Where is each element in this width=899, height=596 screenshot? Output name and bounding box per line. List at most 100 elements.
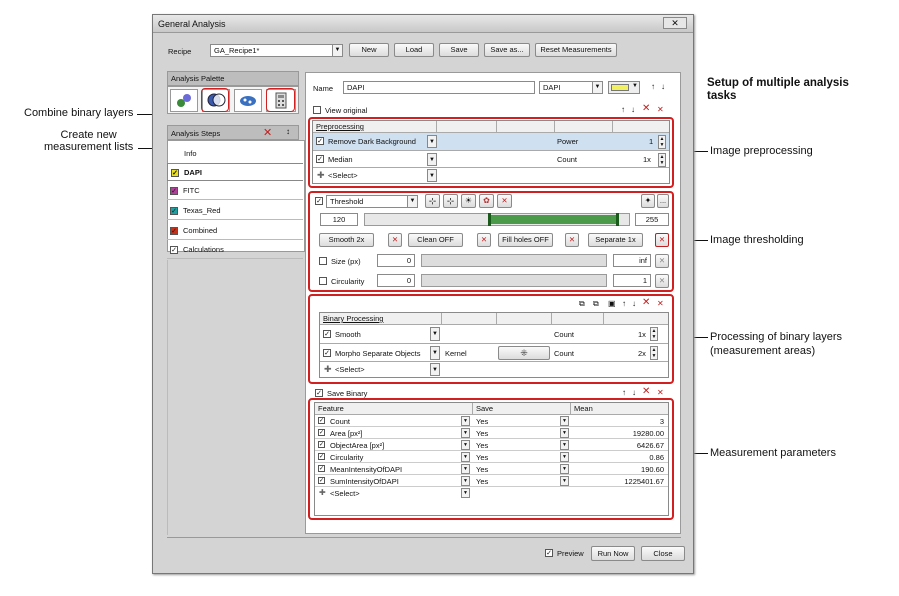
threshold-tool-3[interactable]: ☀ — [461, 194, 476, 208]
threshold-low-input[interactable]: 120 — [320, 213, 358, 226]
slider-high-handle[interactable] — [615, 213, 619, 226]
step-checkbox[interactable]: ✓ — [170, 246, 178, 254]
run-now-button[interactable]: Run Now — [591, 546, 635, 561]
circularity-min-input[interactable]: 0 — [377, 274, 415, 287]
save-dropdown[interactable]: ▼ — [560, 476, 569, 486]
measurement-row[interactable]: ✓ SumIntensityOfDAPI ▼ Yes ▼ 1225401.67 — [315, 475, 668, 487]
step-checkbox[interactable]: ✓ — [170, 207, 178, 215]
feature-dropdown[interactable]: ▼ — [461, 476, 470, 486]
row-dropdown[interactable]: ▼ — [430, 346, 440, 360]
move-up-icon[interactable]: ↑ — [651, 82, 655, 92]
row-checkbox[interactable]: ✓ — [318, 417, 325, 424]
paste-icon[interactable]: ⧉ — [593, 299, 599, 309]
row-checkbox[interactable]: ✓ — [323, 349, 331, 357]
channel-select[interactable]: DAPI ▼ — [539, 81, 603, 94]
circularity-filter-checkbox[interactable] — [319, 277, 327, 285]
separate-button[interactable]: Separate 1x — [588, 233, 643, 247]
size-range-slider[interactable] — [421, 254, 607, 267]
move-down-icon[interactable]: ↓ — [661, 82, 665, 92]
name-input[interactable]: DAPI — [343, 81, 535, 94]
save-icon[interactable]: ▣ — [608, 299, 616, 309]
move-up-icon[interactable]: ↑ — [621, 105, 625, 115]
kernel-button[interactable]: ⁜ — [498, 346, 550, 360]
fill-holes-clear-button[interactable]: ✕ — [565, 233, 579, 247]
recipe-select[interactable]: GA_Recipe1* ▼ — [210, 44, 343, 57]
window-close-button[interactable]: ✕ — [663, 17, 687, 29]
row-checkbox[interactable]: ✓ — [318, 429, 325, 436]
row-dropdown[interactable]: ▼ — [427, 135, 437, 148]
save-dropdown[interactable]: ▼ — [560, 428, 569, 438]
value-spinner[interactable]: ▲ ▼ — [658, 153, 666, 167]
measurement-row[interactable]: ✓ Area [px²] ▼ Yes ▼ 19280.00 — [315, 427, 668, 439]
palette-tool-objects[interactable] — [234, 89, 262, 112]
measurement-row[interactable]: ✓ MeanIntensityOfDAPI ▼ Yes ▼ 190.60 — [315, 463, 668, 475]
threshold-tool-2[interactable]: ⊹ — [443, 194, 458, 208]
feature-dropdown[interactable]: ▼ — [461, 488, 470, 498]
table-row[interactable]: ✓ Morpho Separate Objects ▼ Kernel ⁜ Cou… — [320, 343, 668, 361]
row-dropdown[interactable]: ▼ — [427, 169, 437, 182]
size-min-input[interactable]: 0 — [377, 254, 415, 267]
move-down-icon[interactable]: ↓ — [632, 299, 636, 309]
step-checkbox[interactable]: ✓ — [170, 187, 178, 195]
save-button[interactable]: Save — [439, 43, 479, 57]
step-checkbox[interactable]: ✓ — [170, 227, 178, 235]
row-checkbox[interactable]: ✓ — [316, 155, 324, 163]
fill-holes-button[interactable]: Fill holes OFF — [498, 233, 553, 247]
circularity-range-slider[interactable] — [421, 274, 607, 287]
delete-all-icon[interactable]: ✕ — [657, 105, 664, 115]
save-dropdown[interactable]: ▼ — [560, 416, 569, 426]
save-dropdown[interactable]: ▼ — [560, 440, 569, 450]
delete-icon[interactable]: ✕ — [642, 387, 650, 397]
circularity-max-input[interactable]: 1 — [613, 274, 651, 287]
threshold-mode-select[interactable]: Threshold ▼ — [326, 195, 418, 208]
measurement-row[interactable]: ✓ Count ▼ Yes ▼ 3 — [315, 415, 668, 427]
save-dropdown[interactable]: ▼ — [560, 464, 569, 474]
table-row[interactable]: ✓ Smooth ▼ Count 1x ▲ ▼ — [320, 325, 668, 343]
circularity-clear-button[interactable]: ✕ — [655, 274, 669, 288]
row-checkbox[interactable]: ✓ — [318, 465, 325, 472]
row-dropdown[interactable]: ▼ — [427, 153, 437, 166]
measurement-row[interactable]: ✓ ObjectArea [px²] ▼ Yes ▼ 6426.67 — [315, 439, 668, 451]
row-dropdown[interactable]: ▼ — [430, 327, 440, 341]
clean-clear-button[interactable]: ✕ — [477, 233, 491, 247]
threshold-slider[interactable] — [364, 213, 630, 226]
separate-clear-button[interactable]: ✕ — [655, 233, 669, 247]
move-up-icon[interactable]: ↑ — [622, 388, 626, 398]
save-dropdown[interactable]: ▼ — [560, 452, 569, 462]
feature-dropdown[interactable]: ▼ — [461, 428, 470, 438]
feature-dropdown[interactable]: ▼ — [461, 464, 470, 474]
color-picker[interactable]: ▼ — [608, 81, 640, 94]
measurement-row[interactable]: ✓ Circularity ▼ Yes ▼ 0.86 — [315, 451, 668, 463]
slider-low-handle[interactable] — [488, 213, 492, 226]
delete-icon[interactable]: ✕ — [642, 298, 650, 308]
delete-all-icon[interactable]: ✕ — [657, 299, 664, 309]
move-down-icon[interactable]: ↓ — [632, 388, 636, 398]
size-max-input[interactable]: inf — [613, 254, 651, 267]
table-row[interactable]: ✓ Remove Dark Background ▼ Power 1 ▲ ▼ — [313, 133, 669, 150]
move-down-icon[interactable]: ↓ — [631, 105, 635, 115]
preview-checkbox[interactable]: ✓ — [545, 549, 553, 557]
step-item-dapi[interactable]: ✓ DAPI — [167, 163, 303, 181]
threshold-reset-button[interactable]: ✕ — [497, 194, 512, 208]
feature-dropdown[interactable]: ▼ — [461, 416, 470, 426]
smooth-clear-button[interactable]: ✕ — [388, 233, 402, 247]
step-item-calculations[interactable]: ✓ Calculations — [167, 241, 303, 259]
value-spinner[interactable]: ▲ ▼ — [658, 135, 666, 149]
reset-measurements-button[interactable]: Reset Measurements — [535, 43, 617, 57]
load-button[interactable]: Load — [394, 43, 434, 57]
copy-icon[interactable]: ⧉ — [579, 299, 585, 309]
delete-icon[interactable]: ✕ — [642, 104, 650, 114]
threshold-high-input[interactable]: 255 — [635, 213, 669, 226]
threshold-checkbox[interactable]: ✓ — [315, 197, 323, 205]
value-spinner[interactable]: ▲ ▼ — [650, 346, 658, 360]
row-checkbox[interactable]: ✓ — [318, 441, 325, 448]
row-dropdown[interactable]: ▼ — [430, 363, 440, 376]
measurement-add-row[interactable]: ✚ <Select> ▼ — [315, 487, 668, 499]
save-binary-checkbox[interactable]: ✓ — [315, 389, 323, 397]
step-item-fitc[interactable]: ✓ FITC — [167, 182, 303, 200]
smooth-button[interactable]: Smooth 2x — [319, 233, 374, 247]
close-button[interactable]: Close — [641, 546, 685, 561]
move-step-icon[interactable]: ↕ — [286, 127, 290, 136]
step-item-combined[interactable]: ✓ Combined — [167, 222, 303, 240]
delete-all-icon[interactable]: ✕ — [657, 388, 664, 398]
